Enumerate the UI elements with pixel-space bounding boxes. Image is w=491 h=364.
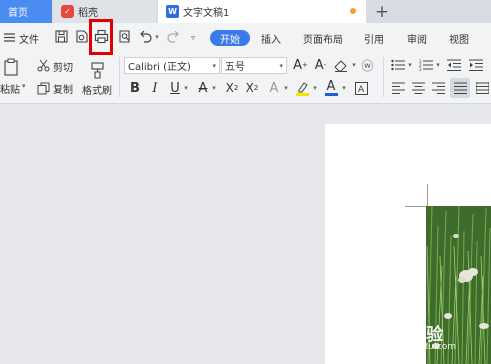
paste-icon[interactable] — [2, 57, 20, 77]
format-painter-label[interactable]: 格式刷 — [82, 82, 112, 97]
daoke-logo-icon: ✓ — [61, 5, 74, 18]
redo-icon[interactable] — [166, 29, 182, 45]
page-margin-corner-mark — [405, 184, 428, 207]
phonetic-guide-icon[interactable]: ⓦ — [360, 56, 375, 74]
highlight-dropdown-icon[interactable]: ▾ — [311, 79, 319, 97]
underline-icon[interactable]: U — [168, 79, 182, 97]
menu-start[interactable]: 开始 — [210, 30, 250, 46]
highlight-icon[interactable] — [294, 79, 310, 97]
clear-format-icon[interactable] — [333, 56, 349, 74]
font-size-select[interactable]: 五号 ▾ — [221, 57, 287, 74]
shrink-font-icon[interactable]: A- — [313, 56, 328, 74]
tab-bar: 首页 ✓ 稻壳 W 文字文稿1 + — [0, 0, 491, 23]
bold-icon[interactable]: B — [128, 79, 142, 97]
paste-label[interactable]: 粘贴 — [0, 81, 20, 96]
tab-daoke-label: 稻壳 — [78, 8, 98, 19]
justify-icon[interactable] — [450, 78, 470, 98]
char-border-icon[interactable]: A — [353, 79, 369, 97]
baidu-watermark-url: jingyan.baidu.com — [373, 342, 457, 352]
numbered-list-dropdown-icon[interactable]: ▾ — [434, 56, 442, 74]
format-painter-icon[interactable] — [89, 61, 105, 79]
undo-dropdown-icon[interactable]: ▾ — [154, 33, 160, 41]
copy-label[interactable]: 复制 — [53, 81, 73, 96]
superscript-icon[interactable]: X2 — [223, 79, 241, 97]
underline-dropdown-icon[interactable]: ▾ — [182, 79, 190, 97]
strikethrough-icon[interactable]: A — [196, 79, 210, 97]
tab-document-label: 文字文稿1 — [183, 8, 230, 19]
numbered-list-icon[interactable]: 123 — [418, 56, 434, 74]
menu-row: 文件 ▾ ▿ 开始 插入 页面布局 引用 审阅 视图 — [0, 23, 491, 51]
text-effect-icon[interactable]: A — [266, 79, 282, 97]
tab-home[interactable]: 首页 — [0, 0, 52, 23]
writer-logo-icon: W — [166, 5, 179, 18]
italic-icon[interactable]: I — [148, 79, 162, 97]
font-name-value: Calibri (正文) — [128, 62, 191, 73]
menu-review[interactable]: 审阅 — [407, 30, 427, 46]
align-left-icon[interactable] — [390, 79, 406, 97]
align-center-icon[interactable] — [410, 79, 426, 97]
print-preview-icon[interactable] — [117, 29, 133, 45]
ribbon-divider — [119, 57, 120, 97]
svg-text:A: A — [358, 85, 365, 95]
increase-indent-icon[interactable] — [468, 56, 484, 74]
bullet-list-dropdown-icon[interactable]: ▾ — [406, 56, 414, 74]
save-icon[interactable] — [54, 29, 70, 45]
svg-text:3: 3 — [419, 67, 422, 71]
ribbon-divider-2 — [383, 57, 384, 97]
text-effect-dropdown-icon[interactable]: ▾ — [282, 79, 290, 97]
customize-toolbar-icon[interactable]: ▿ — [189, 33, 197, 42]
grow-font-icon[interactable]: A + — [293, 56, 308, 74]
tab-document[interactable]: W 文字文稿1 — [158, 0, 366, 23]
menu-references[interactable]: 引用 — [364, 30, 384, 46]
paste-dropdown-icon[interactable]: ▾ — [22, 82, 26, 90]
ribbon: 粘贴 ▾ 剪切 复制 格式刷 Calibri (正文) ▾ 五号 ▾ A + A-… — [0, 51, 491, 104]
new-tab-button[interactable]: + — [373, 0, 391, 23]
tab-home-label: 首页 — [8, 8, 28, 19]
export-pdf-icon[interactable] — [74, 29, 90, 45]
copy-icon[interactable] — [36, 81, 50, 95]
font-size-value: 五号 — [225, 62, 245, 73]
strikethrough-dropdown-icon[interactable]: ▾ — [210, 79, 218, 97]
font-name-select[interactable]: Calibri (正文) ▾ — [124, 57, 220, 74]
font-color-dropdown-icon[interactable]: ▾ — [340, 79, 348, 97]
align-right-icon[interactable] — [430, 79, 446, 97]
decrease-indent-icon[interactable] — [446, 56, 462, 74]
menu-page-layout[interactable]: 页面布局 — [303, 30, 343, 46]
undo-icon[interactable] — [138, 29, 154, 45]
unsaved-dot-icon — [350, 8, 356, 14]
menu-file[interactable]: 文件 — [19, 30, 39, 46]
font-name-dropdown-icon: ▾ — [212, 61, 216, 70]
distributed-align-icon[interactable] — [474, 79, 490, 97]
hamburger-icon[interactable] — [3, 30, 15, 44]
scissors-icon[interactable] — [36, 58, 50, 72]
bullet-list-icon[interactable] — [390, 56, 406, 74]
cut-label[interactable]: 剪切 — [53, 59, 73, 74]
print-highlight-box — [89, 19, 113, 55]
subscript-icon[interactable]: X2 — [243, 79, 261, 97]
menu-insert[interactable]: 插入 — [261, 30, 281, 46]
menu-view[interactable]: 视图 — [449, 30, 469, 46]
clear-format-dropdown-icon[interactable]: ▾ — [350, 56, 358, 74]
font-color-icon[interactable]: A — [323, 79, 339, 97]
font-size-dropdown-icon: ▾ — [279, 61, 283, 70]
